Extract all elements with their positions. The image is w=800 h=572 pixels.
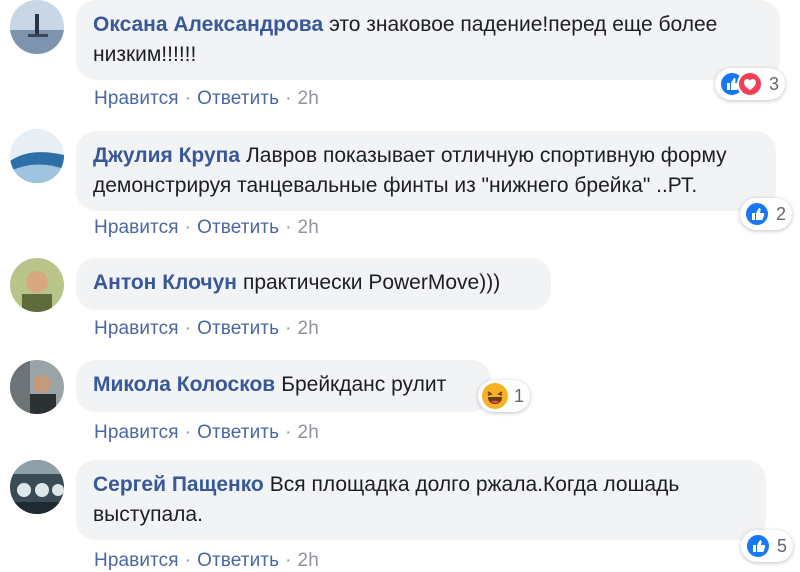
avatar[interactable] [10,0,64,54]
comment-author[interactable]: Джулия Крупа [93,144,240,167]
like-link[interactable]: Нравится [94,88,179,109]
comment-text: Вся площадка долго ржала.Когда лошадь [269,473,680,496]
comment-actions: Нравится · Ответить · 2h [94,550,319,572]
separator: · [285,550,292,571]
comment-actions: Нравится · Ответить · 2h [94,422,319,444]
comment-text: это знаковое падение!перед еще более [329,13,718,36]
avatar[interactable] [10,258,64,312]
love-icon [737,71,763,97]
like-icon [744,201,770,227]
separator: · [285,217,292,238]
avatar[interactable] [10,360,64,414]
like-icon [745,533,771,559]
reaction-summary[interactable]: 3 [715,68,786,100]
comment-author[interactable]: Сергей Пащенко [93,473,264,496]
comment-text: Брейкданс рулит [281,373,447,396]
separator: · [184,88,192,109]
avatar[interactable] [10,460,64,514]
reply-link[interactable]: Ответить [197,422,279,443]
reply-link[interactable]: Ответить [197,550,279,571]
comment-bubble: Сергей Пащенко Вся площадка долго ржала.К… [76,460,766,540]
reply-link[interactable]: Ответить [197,318,279,339]
comment-text: Лавров показывает отличную спортивную фо… [246,144,727,167]
avatar[interactable] [10,129,64,183]
separator: · [184,217,192,238]
comment-time[interactable]: 2h [298,217,319,238]
comment-text: выступала. [93,503,203,526]
haha-icon [482,383,508,409]
comment-text: практически PowerMove))) [242,271,501,294]
comment-time[interactable]: 2h [298,88,319,109]
comment-bubble: Антон Клочун практически PowerMove))) [76,258,551,310]
reaction-count: 2 [776,203,787,224]
reply-link[interactable]: Ответить [197,217,279,238]
separator: · [184,550,192,571]
comment-author[interactable]: Оксана Александрова [93,13,323,36]
comment-author[interactable]: Микола Колосков [93,373,275,396]
comment-bubble: Микола Колосков Брейкданс рулит [76,360,491,412]
reaction-count: 1 [514,385,525,406]
separator: · [285,422,292,443]
separator: · [184,422,192,443]
comment-actions: Нравится · Ответить · 2h [94,88,319,110]
like-link[interactable]: Нравится [94,318,179,339]
comment-time[interactable]: 2h [298,422,319,443]
like-link[interactable]: Нравится [94,422,179,443]
comment-actions: Нравится · Ответить · 2h [94,318,319,340]
comment-bubble: Джулия Крупа Лавров показывает отличную с… [76,131,776,211]
reply-link[interactable]: Ответить [197,88,279,109]
separator: · [184,318,192,339]
separator: · [285,318,292,339]
comment-text: низким!!!!!! [93,43,197,66]
reaction-summary[interactable]: 2 [740,198,793,230]
comment-time[interactable]: 2h [298,318,319,339]
separator: · [285,88,292,109]
reaction-summary[interactable]: 5 [741,530,794,562]
comment-text: демонстрируя танцевальные финты из "нижн… [93,174,698,197]
reaction-summary[interactable]: 1 [478,380,531,412]
like-link[interactable]: Нравится [94,550,179,571]
reaction-count: 3 [769,73,780,94]
like-link[interactable]: Нравится [94,217,179,238]
comment-bubble: Оксана Александрова это знаковое падение!… [76,0,780,80]
reaction-count: 5 [777,535,788,556]
comment-actions: Нравится · Ответить · 2h [94,217,319,239]
comment-author[interactable]: Антон Клочун [93,271,237,294]
comment-time[interactable]: 2h [298,550,319,571]
